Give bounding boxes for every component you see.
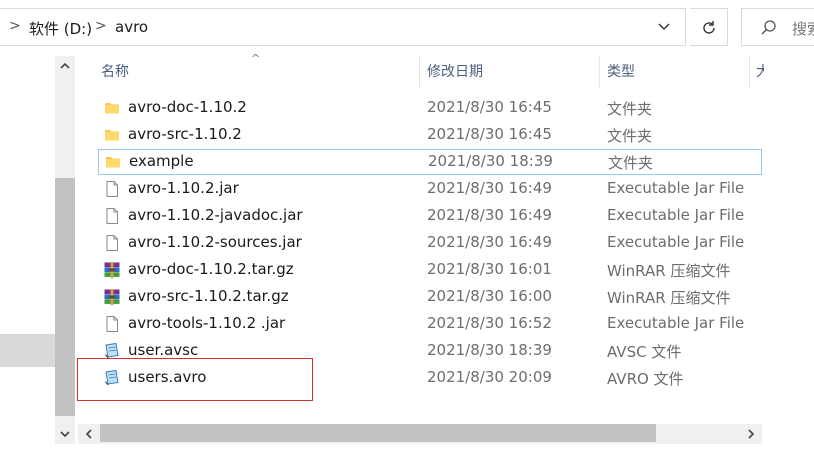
folder-icon (104, 153, 122, 171)
navigation-pane[interactable] (0, 56, 55, 450)
column-header-size[interactable]: 大 (756, 61, 764, 81)
file-name[interactable]: avro-src-1.10.2 (128, 125, 242, 143)
horizontal-scrollbar[interactable] (78, 424, 762, 444)
scroll-left-icon[interactable] (83, 428, 95, 440)
file-name[interactable]: example (129, 152, 194, 170)
file-row[interactable]: avro-tools-1.10.2 .jar 2021/8/30 16:52 Exe… (95, 311, 761, 337)
file-type: 文件夹 (608, 154, 654, 172)
column-header-name[interactable]: 名称 (101, 61, 129, 81)
horizontal-scroll-thumb[interactable] (100, 424, 656, 442)
file-name[interactable]: avro-src-1.10.2.tar.gz (128, 287, 289, 305)
file-row[interactable]: avro-1.10.2.jar 2021/8/30 16:49 Executable… (95, 176, 761, 202)
toolbar: > 软件 (D:) > avro 搜索 (0, 0, 814, 56)
file-name[interactable]: user.avsc (128, 341, 198, 359)
file-type: WinRAR 压缩文件 (607, 262, 731, 280)
file-type: AVSC 文件 (607, 343, 682, 361)
file-row[interactable]: avro-1.10.2-javadoc.jar 2021/8/30 16:49 Ex… (95, 203, 761, 229)
file-type: Executable Jar File (607, 179, 745, 197)
file-date: 2021/8/30 16:49 (427, 179, 552, 197)
refresh-icon (703, 21, 715, 34)
file-name[interactable]: avro-1.10.2.jar (128, 179, 239, 197)
column-header-row: ^ 名称 修改日期 类型 大 (75, 52, 814, 88)
file-row[interactable]: example 2021/8/30 18:39 文件夹 (98, 149, 762, 175)
file-row[interactable]: avro-src-1.10.2 2021/8/30 16:45 文件夹 (95, 122, 761, 148)
file-date: 2021/8/30 16:49 (427, 233, 552, 251)
sort-ascending-icon: ^ (251, 52, 261, 65)
folder-icon (103, 126, 121, 144)
file-name[interactable]: avro-doc-1.10.2.tar.gz (128, 260, 294, 278)
column-divider[interactable] (749, 56, 750, 88)
file-date: 2021/8/30 16:00 (427, 287, 552, 305)
file-row[interactable]: avro-doc-1.10.2.tar.gz 2021/8/30 16:01 Win… (95, 257, 761, 283)
file-date: 2021/8/30 18:39 (428, 152, 553, 170)
file-date: 2021/8/30 16:52 (427, 314, 552, 332)
file-icon (103, 180, 121, 198)
address-bar[interactable]: > 软件 (D:) > avro (0, 8, 686, 46)
refresh-button[interactable] (690, 8, 728, 46)
winrar-icon (103, 288, 121, 306)
file-row[interactable]: avro-src-1.10.2.tar.gz 2021/8/30 16:00 Win… (95, 284, 761, 310)
file-date: 2021/8/30 16:45 (427, 98, 552, 116)
scroll-down-icon[interactable] (59, 428, 71, 440)
search-icon (761, 20, 776, 35)
file-name[interactable]: avro-tools-1.10.2 .jar (128, 314, 285, 332)
vertical-scrollbar[interactable] (55, 56, 75, 444)
annotation-box (77, 358, 313, 401)
file-row[interactable]: avro-doc-1.10.2 2021/8/30 16:45 文件夹 (95, 95, 761, 121)
file-date: 2021/8/30 20:09 (427, 368, 552, 386)
file-name[interactable]: avro-1.10.2-javadoc.jar (128, 206, 303, 224)
breadcrumb-drive[interactable]: 软件 (D:) (29, 18, 92, 39)
column-divider[interactable] (599, 56, 600, 88)
column-header-type[interactable]: 类型 (607, 61, 635, 81)
search-box[interactable]: 搜索 (741, 8, 814, 46)
file-icon (103, 315, 121, 333)
file-type: 文件夹 (607, 100, 653, 118)
file-name[interactable]: avro-doc-1.10.2 (128, 98, 247, 116)
winrar-icon (103, 261, 121, 279)
file-date: 2021/8/30 16:45 (427, 125, 552, 143)
vertical-scroll-thumb[interactable] (55, 178, 75, 416)
scroll-right-icon[interactable] (745, 428, 757, 440)
file-icon (103, 207, 121, 225)
breadcrumb-folder[interactable]: avro (115, 18, 148, 36)
column-divider[interactable] (419, 56, 420, 88)
file-icon (103, 234, 121, 252)
file-date: 2021/8/30 16:49 (427, 206, 552, 224)
file-name[interactable]: avro-1.10.2-sources.jar (128, 233, 302, 251)
file-type: Executable Jar File (607, 314, 745, 332)
file-type: 文件夹 (607, 127, 653, 145)
file-type: AVRO 文件 (607, 370, 684, 388)
chevron-right-icon[interactable]: > (95, 18, 107, 34)
file-type: Executable Jar File (607, 233, 745, 251)
folder-icon (103, 99, 121, 117)
file-type: Executable Jar File (607, 206, 745, 224)
chevron-right-icon[interactable]: > (9, 18, 21, 34)
file-type: WinRAR 压缩文件 (607, 289, 731, 307)
column-header-date[interactable]: 修改日期 (427, 61, 483, 81)
scroll-up-icon[interactable] (59, 60, 71, 72)
file-date: 2021/8/30 18:39 (427, 341, 552, 359)
search-placeholder: 搜索 (792, 20, 814, 38)
file-row[interactable]: avro-1.10.2-sources.jar 2021/8/30 16:49 Ex… (95, 230, 761, 256)
nav-selected-item[interactable] (0, 334, 55, 367)
chevron-down-icon[interactable] (655, 17, 673, 35)
file-date: 2021/8/30 16:01 (427, 260, 552, 278)
